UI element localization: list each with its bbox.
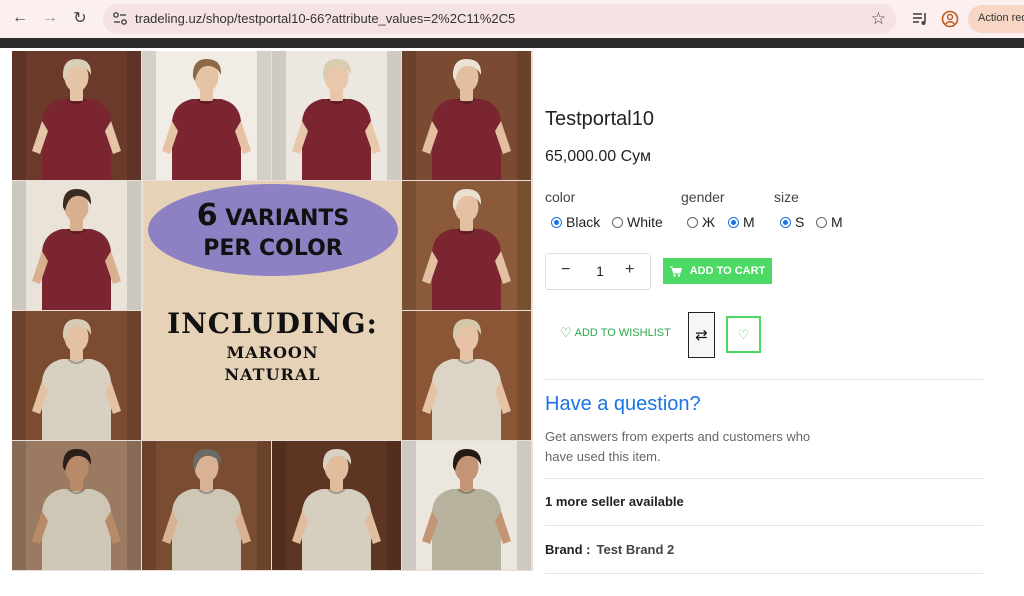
site-settings-icon[interactable] [111, 10, 129, 28]
color-maroon-text: MAROON [226, 343, 319, 362]
media-control-icon[interactable] [910, 9, 930, 29]
quantity-value[interactable]: 1 [594, 263, 606, 279]
compare-arrows-icon: ⇄ [695, 327, 708, 344]
compare-button[interactable]: ⇄ [688, 312, 715, 358]
size-label: size [774, 189, 799, 205]
per-color-text: PER COLOR [203, 236, 343, 261]
model-photo [12, 311, 141, 440]
product-photo-tile[interactable] [142, 51, 271, 180]
wishlist-heart-button[interactable]: ♡ [726, 316, 761, 353]
increase-quantity-button[interactable]: + [625, 261, 634, 279]
action-required-pill[interactable]: Action req [968, 5, 1024, 33]
model-photo [402, 311, 531, 440]
radio-selected[interactable] [551, 216, 562, 228]
model-photo [272, 51, 401, 180]
size-option-m[interactable]: M [816, 214, 843, 230]
option-label: S [795, 214, 805, 230]
variants-number: 6 [196, 198, 218, 233]
product-photo-tile[interactable] [12, 181, 141, 310]
add-to-wishlist-link[interactable]: ♡ ADD TO WISHLIST [560, 325, 671, 341]
brand-row: Brand : Test Brand 2 [545, 542, 674, 557]
add-to-cart-label: ADD TO CART [689, 265, 766, 277]
product-photo-tile[interactable] [402, 311, 531, 440]
divider [545, 478, 983, 479]
radio-selected[interactable] [728, 216, 739, 228]
product-photo-tile[interactable] [12, 51, 141, 180]
color-option-black[interactable]: Black [551, 214, 600, 230]
radio-unselected[interactable] [816, 216, 827, 228]
variants-word: VARIANTS [225, 206, 350, 231]
color-option-white[interactable]: White [612, 214, 663, 230]
radio-unselected[interactable] [687, 216, 698, 228]
option-label: White [627, 214, 663, 230]
product-photo-tile[interactable] [272, 51, 401, 180]
address-bar[interactable]: tradeling.uz/shop/testportal10-66?attrib… [103, 4, 896, 34]
bookmark-star-icon[interactable]: ☆ [871, 9, 886, 29]
product-photo-tile[interactable] [12, 441, 141, 570]
reload-icon[interactable]: ↻ [71, 9, 89, 27]
product-price: 65,000.00 Сум [545, 148, 651, 165]
product-photo-tile[interactable] [272, 441, 401, 570]
option-label: M [831, 214, 843, 230]
model-photo [142, 441, 271, 570]
variants-badge: 6 VARIANTS PER COLOR [148, 184, 398, 276]
model-photo [402, 441, 531, 570]
option-label: M [743, 214, 755, 230]
model-photo [12, 181, 141, 310]
divider [545, 525, 983, 526]
profile-icon[interactable] [940, 9, 960, 29]
radio-unselected[interactable] [612, 216, 623, 228]
model-photo [402, 51, 531, 180]
color-natural-text: NATURAL [224, 365, 321, 384]
model-photo [272, 441, 401, 570]
wishlist-label: ADD TO WISHLIST [574, 327, 671, 339]
size-option-s[interactable]: S [780, 214, 804, 230]
product-photo-tile[interactable] [402, 441, 531, 570]
more-sellers-link[interactable]: 1 more seller available [545, 494, 684, 509]
divider [545, 573, 983, 574]
option-label: Black [566, 214, 601, 230]
model-photo [12, 51, 141, 180]
product-photo-tile[interactable] [402, 51, 531, 180]
brand-value[interactable]: Test Brand 2 [597, 542, 675, 557]
product-title: Testportal10 [545, 108, 654, 130]
product-photo-tile[interactable] [402, 181, 531, 310]
question-description: Get answers from experts and customers w… [545, 429, 811, 464]
add-to-cart-button[interactable]: ADD TO CART [663, 258, 772, 284]
option-label: Ж [702, 214, 715, 230]
question-heading[interactable]: Have a question? [545, 393, 701, 416]
including-text: INCLUDING: [167, 307, 378, 340]
back-icon[interactable]: ← [11, 9, 29, 27]
product-photo-tile[interactable] [142, 441, 271, 570]
model-photo [142, 51, 271, 180]
product-photo-tile[interactable] [12, 311, 141, 440]
gender-label: gender [681, 189, 725, 205]
decrease-quantity-button[interactable]: − [561, 261, 570, 279]
browser-toolbar: ← → ↻ tradeling.uz/shop/testportal10-66?… [0, 0, 1024, 38]
product-image-collage[interactable]: 6 VARIANTS PER COLOR INCLUDING: MAROON N… [12, 51, 533, 571]
url-text[interactable]: tradeling.uz/shop/testportal10-66?attrib… [135, 11, 515, 26]
cart-icon [669, 266, 682, 277]
site-header-bar [0, 38, 1024, 48]
radio-selected[interactable] [780, 216, 791, 228]
divider [545, 379, 983, 380]
gender-option-male[interactable]: M [728, 214, 755, 230]
forward-icon[interactable]: → [41, 9, 59, 27]
brand-label: Brand : [545, 542, 591, 557]
heart-icon: ♡ [737, 326, 750, 342]
model-photo [12, 441, 141, 570]
promo-panel: 6 VARIANTS PER COLOR INCLUDING: MAROON N… [143, 181, 402, 440]
quantity-stepper[interactable]: − 1 + [545, 253, 651, 290]
model-photo [402, 181, 531, 310]
gender-option-female[interactable]: Ж [687, 214, 715, 230]
color-label: color [545, 189, 576, 205]
heart-outline-icon: ♡ [560, 325, 572, 340]
